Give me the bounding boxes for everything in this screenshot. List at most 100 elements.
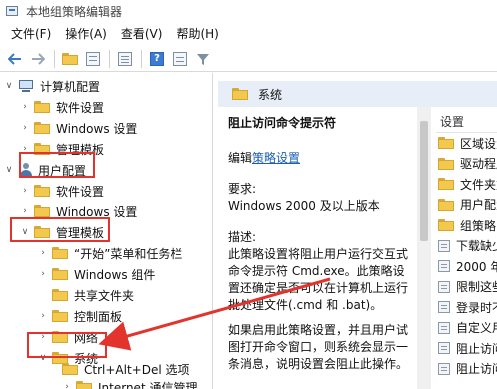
settings-list-item-label: 组策略 <box>460 218 497 233</box>
settings-list-item-label: 限制这些 <box>456 280 497 294</box>
highlight-user-config <box>19 152 95 178</box>
setting-icon <box>438 342 450 354</box>
folder-icon <box>438 137 454 149</box>
toolbar-separator <box>54 49 55 68</box>
tree-item-shared-folders[interactable]: 共享文件夹 <box>38 285 134 305</box>
gpedit-app-icon <box>6 5 20 17</box>
chevron-right-icon[interactable]: › <box>20 102 30 112</box>
tree-item-internet-mgmt[interactable]: › Internet 通信管理 <box>62 377 197 389</box>
settings-list-item-label: 用户配置 <box>460 198 497 212</box>
chevron-right-icon[interactable]: › <box>20 123 30 133</box>
tree-item-cc-software[interactable]: › 软件设置 <box>20 97 104 117</box>
highlight-system <box>27 332 107 358</box>
settings-column-header[interactable]: 设置 <box>436 111 497 133</box>
tree-item-control-panel[interactable]: › 控制面板 <box>38 306 122 326</box>
settings-list-item[interactable]: 阻止访问 <box>436 338 497 358</box>
help-button[interactable]: ? <box>146 49 168 69</box>
toolbar: ? <box>0 46 497 72</box>
settings-list-item-label: 文件夹重 <box>460 177 497 192</box>
chevron-right-icon[interactable]: › <box>38 269 48 279</box>
forward-arrow-icon <box>32 52 45 65</box>
window-title: 本地组策略编辑器 <box>26 4 123 19</box>
setting-icon <box>438 239 450 252</box>
back-button[interactable] <box>4 49 26 69</box>
settings-list-item[interactable]: 阻止访问 <box>436 359 497 379</box>
edit-prefix: 编辑 <box>228 151 253 165</box>
menu-bar: 文件(F) 操作(A) 查看(V) 帮助(H) <box>0 22 497 44</box>
settings-list-item-label: 区域设置 <box>460 136 497 151</box>
toolbar-separator <box>109 49 110 68</box>
chevron-right-icon[interactable]: › <box>62 382 72 389</box>
menu-file[interactable]: 文件(F) <box>4 25 58 42</box>
details-header-title: 系统 <box>258 87 283 102</box>
description-scrollbar[interactable] <box>417 107 431 389</box>
tree-label: Windows 组件 <box>74 267 156 282</box>
folder-icon <box>438 178 454 190</box>
settings-list-item[interactable]: 限制这些 <box>436 277 497 297</box>
details-header: 系统 <box>218 81 497 107</box>
settings-list-item[interactable]: 登录时不 <box>436 297 497 317</box>
settings-list-item-label: 2000 年 <box>456 259 497 274</box>
show-hide-tree-button[interactable] <box>82 49 104 69</box>
folder-icon <box>34 101 50 113</box>
folder-icon <box>34 122 50 134</box>
chevron-right-icon[interactable]: › <box>20 206 30 216</box>
show-hide-tree-icon <box>86 51 100 66</box>
computer-icon <box>18 80 34 92</box>
settings-list-item[interactable]: 文件夹重 <box>436 174 497 194</box>
settings-list-item[interactable]: 驱动程序 <box>436 154 497 174</box>
menu-help[interactable]: 帮助(H) <box>169 25 225 42</box>
tree-label: 控制面板 <box>74 309 123 324</box>
tree-label: Windows 设置 <box>56 121 138 136</box>
settings-list-item-label: 驱动程序 <box>460 157 497 171</box>
settings-list-item[interactable]: 下载缺少 <box>436 236 497 256</box>
up-folder-icon <box>62 52 78 65</box>
chevron-down-icon[interactable]: ∨ <box>4 81 14 91</box>
folder-icon <box>438 198 454 211</box>
settings-list-item[interactable]: 用户配置 <box>436 195 497 215</box>
tree-item-cad-options[interactable]: Ctrl+Alt+Del 选项 <box>62 359 189 379</box>
tree-label: 共享文件夹 <box>74 288 135 303</box>
setting-icon <box>438 321 450 334</box>
settings-list-item[interactable]: 2000 年 <box>436 256 497 276</box>
settings-list: 设置 区域设置驱动程序文件夹重用户配置组策略下载缺少 2000 年限制这些登录时不… <box>432 107 497 389</box>
settings-list-item-label: 下载缺少 <box>456 239 497 253</box>
description-label: 描述: <box>228 230 257 244</box>
tree-item-uc-software[interactable]: › 软件设置 <box>20 181 104 201</box>
up-folder-button[interactable] <box>59 49 81 69</box>
folder-icon <box>62 363 78 375</box>
edit-policy-link[interactable]: 策略设置 <box>252 151 300 165</box>
setting-icon <box>438 362 450 375</box>
chevron-down-icon[interactable]: ∨ <box>4 165 14 175</box>
policy-title: 阻止访问命令提示符 <box>228 116 337 130</box>
tree-item-start-menu[interactable]: › “开始”菜单和任务栏 <box>38 243 182 263</box>
settings-list-item[interactable]: 组策略 <box>436 215 497 235</box>
tree-item-cc-windows[interactable]: › Windows 设置 <box>20 118 137 138</box>
tree-item-computer-config[interactable]: ∨ 计算机配置 <box>4 76 100 96</box>
folder-icon <box>34 185 50 197</box>
folder-icon <box>52 268 68 280</box>
tree-label: 软件设置 <box>56 184 105 199</box>
chevron-right-icon[interactable]: › <box>38 248 48 258</box>
menu-view[interactable]: 查看(V) <box>114 25 170 42</box>
settings-list-item[interactable]: 自定义用 <box>436 318 497 338</box>
properties-button[interactable] <box>169 49 191 69</box>
tree-label: “开始”菜单和任务栏 <box>74 246 183 261</box>
requirements-label: 要求: <box>228 182 257 196</box>
folder-icon <box>438 219 454 231</box>
filter-button[interactable] <box>192 49 214 69</box>
chevron-right-icon[interactable]: › <box>20 186 30 196</box>
description-text-2: 如果启用此策略设置，并且用户试图打开命令窗口，则系统会显示一条消息，说明设置会阻… <box>228 323 409 371</box>
export-list-button[interactable] <box>114 49 136 69</box>
tree-item-win-components[interactable]: › Windows 组件 <box>38 264 155 284</box>
policy-description-panel: 阻止访问命令提示符 编辑策略设置 要求: Windows 2000 及以上版本 … <box>218 107 415 389</box>
edit-line: 编辑策略设置 <box>228 150 415 167</box>
scrollbar-thumb[interactable] <box>420 121 428 241</box>
settings-list-item[interactable]: 区域设置 <box>436 133 497 153</box>
chevron-right-icon[interactable]: › <box>38 311 48 321</box>
tree-label: 软件设置 <box>56 100 105 115</box>
forward-button[interactable] <box>27 49 49 69</box>
menu-action[interactable]: 操作(A) <box>58 25 114 42</box>
details-pane: 系统 阻止访问命令提示符 编辑策略设置 要求: Windows 2000 及以上… <box>218 73 497 389</box>
folder-icon <box>52 310 68 322</box>
